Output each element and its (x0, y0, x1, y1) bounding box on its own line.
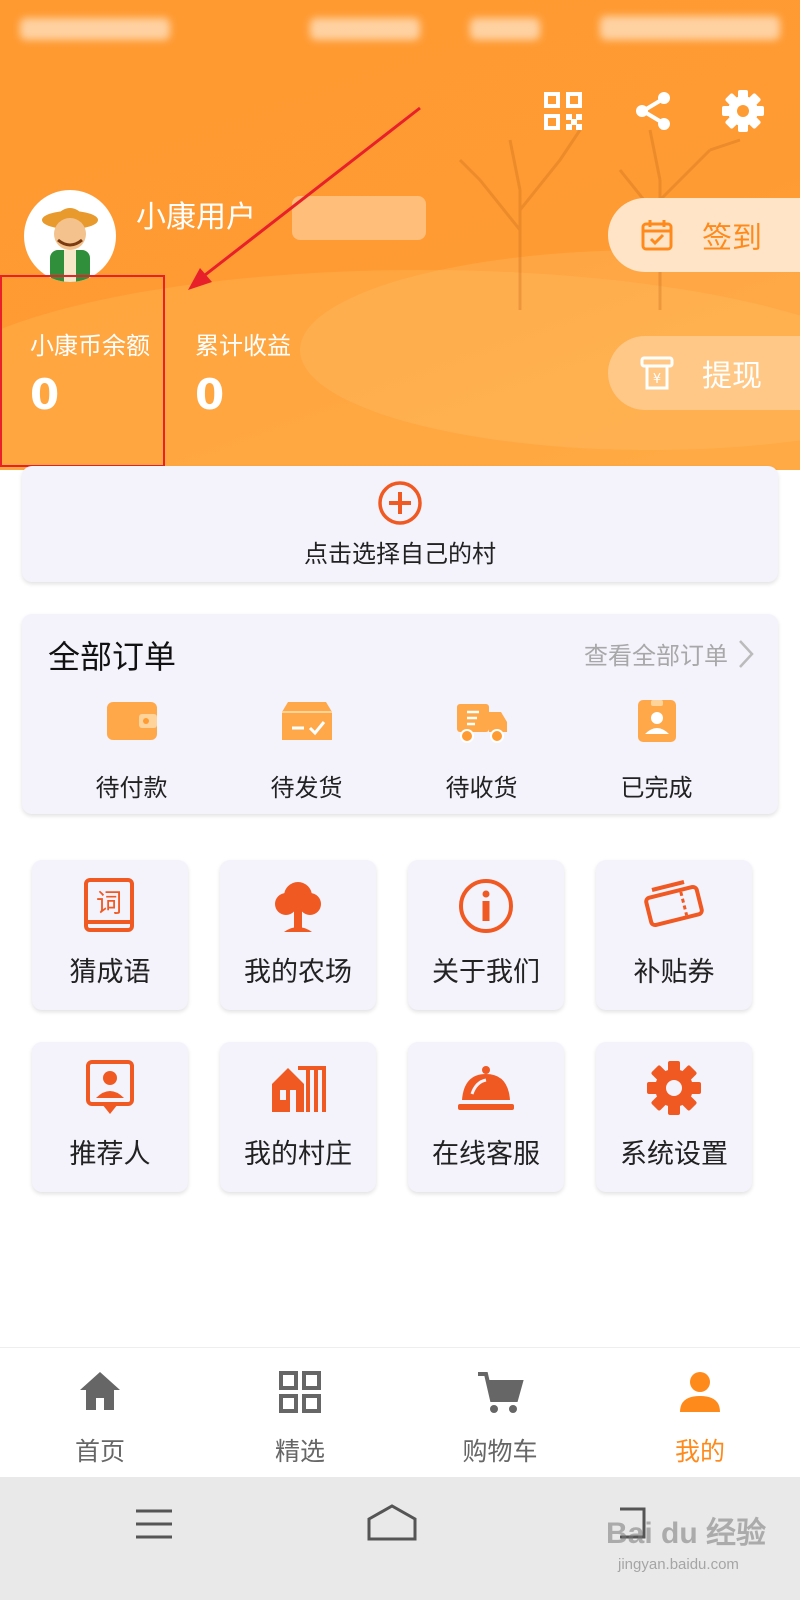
share-icon[interactable] (630, 88, 676, 134)
grid-icon (279, 1371, 321, 1413)
username: 小康用户 (136, 200, 256, 235)
menu-icon[interactable] (136, 1507, 172, 1541)
tile-label: 猜成语 (69, 957, 151, 988)
tile-label: 补贴券 (633, 957, 715, 988)
order-status-completed[interactable]: 已完成 (569, 698, 744, 803)
home-icon (80, 1372, 120, 1410)
watermark-subtext: jingyan.baidu.com (618, 1556, 739, 1573)
calendar-check-icon (641, 220, 673, 251)
orders-card: 全部订单 查看全部订单 待付款 待发货 待收货 已完成 (22, 614, 778, 814)
settings-gear-icon[interactable] (720, 88, 766, 134)
view-all-orders-label: 查看全部订单 (584, 642, 728, 670)
atm-cash-icon: ¥ (640, 356, 674, 390)
svg-text:词: 词 (96, 889, 122, 919)
withdraw-button[interactable]: ¥ 提现 (608, 336, 800, 410)
person-icon (680, 1372, 720, 1412)
order-status-pending-payment[interactable]: 待付款 (44, 698, 219, 803)
qr-code-icon[interactable] (540, 88, 586, 134)
tile-about-us[interactable]: 关于我们 (408, 860, 564, 1010)
farmer-avatar-icon (42, 208, 98, 282)
wallet-icon (106, 702, 157, 740)
order-status-label: 待付款 (95, 774, 168, 802)
dictionary-icon: 词 (84, 878, 134, 932)
total-earnings-value: 0 (195, 370, 225, 419)
service-bell-icon (458, 1066, 514, 1110)
tile-label: 我的农场 (244, 957, 352, 988)
badge-icon (637, 700, 676, 742)
select-village-label: 点击选择自己的村 (304, 539, 496, 568)
tree-icon (275, 882, 321, 932)
sign-in-button[interactable]: 签到 (608, 198, 800, 272)
referrer-icon (86, 1060, 134, 1114)
order-status-label: 待发货 (270, 774, 343, 802)
tab-label: 购物车 (462, 1437, 538, 1466)
tab-label: 精选 (274, 1437, 325, 1466)
total-earnings-label: 累计收益 (195, 332, 291, 360)
avatar[interactable] (24, 190, 116, 282)
order-status-to-ship[interactable]: 待发货 (219, 698, 394, 803)
order-status-label: 待收货 (445, 774, 518, 802)
order-status-label: 已完成 (620, 774, 693, 802)
add-circle-icon (378, 480, 422, 525)
tile-label: 推荐人 (69, 1139, 151, 1170)
tab-featured[interactable]: 精选 (200, 1348, 400, 1477)
user-id-tag (292, 196, 426, 240)
tile-my-farm[interactable]: 我的农场 (220, 860, 376, 1010)
tile-idiom-game[interactable]: 词 猜成语 (32, 860, 188, 1010)
view-all-orders-link[interactable]: 查看全部订单 (584, 636, 754, 671)
tile-label: 我的村庄 (244, 1139, 352, 1170)
home-nav-icon[interactable] (366, 1503, 418, 1543)
tile-label: 在线客服 (432, 1139, 540, 1170)
tab-label: 我的 (674, 1437, 725, 1466)
village-icon (272, 1066, 326, 1112)
tab-home[interactable]: 首页 (0, 1348, 200, 1477)
ticket-icon (644, 880, 704, 928)
highlight-box (0, 275, 165, 467)
tab-mine[interactable]: 我的 (600, 1348, 800, 1477)
info-icon (459, 879, 513, 933)
status-bar (0, 0, 800, 60)
cart-icon (478, 1372, 524, 1413)
sign-in-label: 签到 (702, 221, 762, 256)
tab-label: 首页 (74, 1437, 125, 1466)
bottom-tab-bar: 首页 精选 购物车 我的 (0, 1347, 800, 1477)
gear-icon (647, 1061, 701, 1115)
order-status-to-receive[interactable]: 待收货 (394, 698, 569, 803)
select-village-card[interactable]: 点击选择自己的村 (22, 466, 778, 582)
watermark-text: Bai du 经验 (606, 1517, 767, 1550)
delivery-truck-icon (456, 704, 507, 743)
tile-label: 系统设置 (620, 1139, 728, 1170)
tab-cart[interactable]: 购物车 (400, 1348, 600, 1477)
tile-subsidy-coupon[interactable]: 补贴券 (596, 860, 752, 1010)
svg-text:¥: ¥ (653, 372, 661, 387)
package-icon (281, 702, 332, 740)
baidu-jingyan-watermark: Bai du 经验 jingyan.baidu.com (606, 1500, 786, 1590)
withdraw-label: 提现 (702, 359, 762, 394)
tile-online-service[interactable]: 在线客服 (408, 1042, 564, 1192)
tile-my-village[interactable]: 我的村庄 (220, 1042, 376, 1192)
tile-label: 关于我们 (432, 957, 540, 988)
tile-system-settings[interactable]: 系统设置 (596, 1042, 752, 1192)
tile-referrer[interactable]: 推荐人 (32, 1042, 188, 1192)
orders-title: 全部订单 (48, 638, 177, 676)
chevron-right-icon (739, 639, 754, 668)
